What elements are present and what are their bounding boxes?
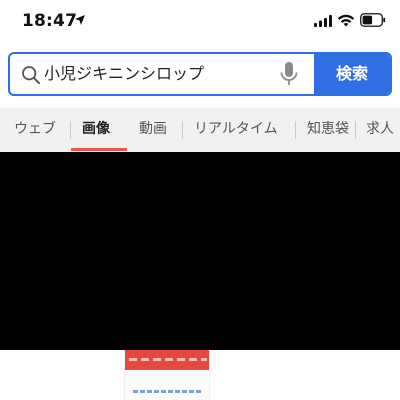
tab-divider — [355, 121, 356, 139]
black-media-panel[interactable] — [0, 152, 400, 350]
status-time: 18:47 — [22, 11, 78, 31]
tab-realtime[interactable]: リアルタイム — [194, 108, 278, 152]
product-image-thumbnail[interactable] — [124, 350, 210, 400]
product-package-band — [125, 350, 209, 370]
search-bar: 検索 — [8, 52, 392, 96]
tab-divider — [70, 121, 71, 139]
wifi-icon — [337, 14, 355, 27]
search-category-tabs: ウェブ 画像 動画 リアルタイム 知恵袋 求人 — [0, 108, 400, 152]
tab-chiebukuro[interactable]: 知恵袋 — [307, 108, 349, 152]
active-tab-indicator — [71, 148, 127, 151]
tab-images[interactable]: 画像 — [82, 108, 110, 152]
battery-icon — [360, 13, 386, 27]
tab-web[interactable]: ウェブ — [14, 108, 56, 152]
search-button[interactable]: 検索 — [314, 54, 390, 94]
tab-jobs[interactable]: 求人 — [366, 108, 394, 152]
cellular-signal-icon — [314, 15, 332, 27]
location-arrow-icon — [75, 15, 85, 25]
tab-divider — [182, 121, 183, 139]
search-icon — [22, 66, 40, 84]
tab-videos[interactable]: 動画 — [139, 108, 167, 152]
tab-divider — [295, 121, 296, 139]
status-bar: 18:47 — [0, 0, 400, 44]
product-package-text-line — [133, 390, 203, 393]
microphone-icon[interactable] — [278, 61, 300, 87]
search-input[interactable] — [44, 54, 274, 94]
